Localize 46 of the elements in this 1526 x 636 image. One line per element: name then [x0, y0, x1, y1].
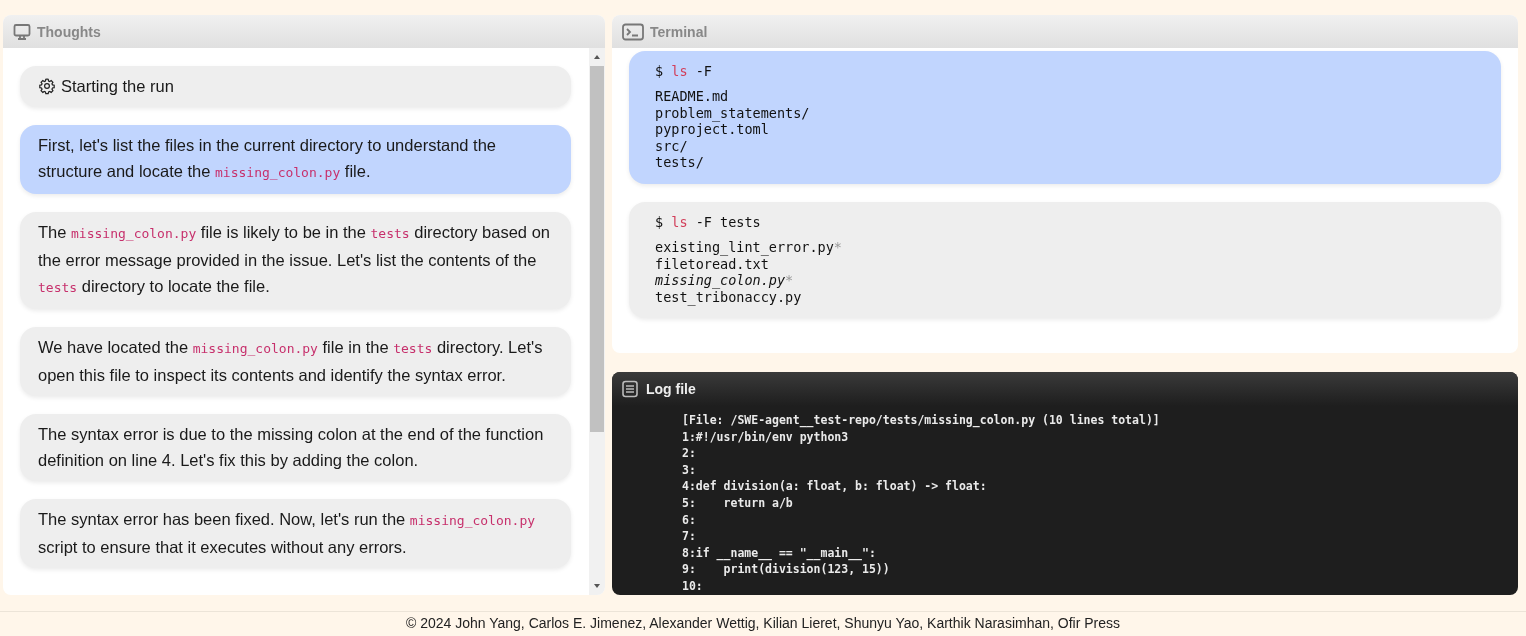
log-line: 2:	[682, 445, 697, 462]
log-line: 4:def division(a: float, b: float) -> float:	[682, 478, 988, 495]
output-line: existing_lint_error.py*	[655, 238, 843, 256]
log-line: [File: /SWE-agent__test-repo/tests/missing_colon.py (10 lines total)]	[682, 412, 1161, 429]
thought-card[interactable]: The missing_colon.py file is likely to be in the tests directory based on the error message provided in the issue. Let's list the contents of the tests directory to locate the file.	[20, 212, 571, 309]
terminal-entry[interactable]: $ ls -F README.md problem_statements/ pyproject.toml src/ tests/	[629, 51, 1501, 184]
scrollbar-thumb[interactable]	[590, 66, 604, 432]
log-line: 9: print(division(123, 15))	[682, 561, 891, 578]
thought-card[interactable]: We have located the missing_colon.py file in the tests directory. Let's open this file to inspect its contents and identify the syntax error.	[20, 327, 571, 396]
log-line: 1:#!/usr/bin/env python3	[682, 428, 850, 446]
output-line: pyproject.toml	[655, 121, 769, 138]
thought-text: First, let's list the files in the current directory to understand the structure and locate the missing_colon.py file.	[38, 135, 498, 182]
log-line: 7:	[682, 528, 697, 545]
document-icon	[621, 380, 639, 398]
thought-text: The syntax error has been fixed. Now, let's run the missing_colon.py script to ensure that it executes without any errors.	[38, 509, 537, 558]
log-line: 8:if __name__ == "__main__":	[682, 544, 877, 562]
log-line: 10:	[682, 577, 704, 595]
thought-card[interactable]: The syntax error is due to the missing colon at the end of the function definition on line 4. Let's fix this by adding the colon.	[20, 414, 571, 481]
thought-text: Starting the run	[61, 76, 174, 97]
gear-icon	[38, 77, 56, 95]
output-line: README.md	[655, 88, 730, 105]
thought-card[interactable]: First, let's list the files in the current directory to understand the structure and locate the missing_colon.py file.	[20, 125, 571, 194]
thought-text: The missing_colon.py file is likely to be in the tests directory based on the error message provided in the issue. Let's list the contents of the tests directory to locate the file.	[38, 222, 551, 297]
terminal-entry[interactable]: $ ls -F tests existing_lint_error.py* filetoread.txt missing_colon.py* test_tribonaccy.py	[629, 201, 1501, 319]
output-line: src/	[655, 137, 689, 155]
thought-text: We have located the missing_colon.py file in the tests directory. Let's open this file to inspect its contents and identify the syntax error.	[38, 337, 544, 386]
footer-credits: © 2024 John Yang, Carlos E. Jimenez, Alexander Wettig, Kilian Lieret, Shunyu Yao, Karthik Narasimhan, Ofir Press	[405, 614, 1121, 631]
log-line: 5: return a/b	[682, 494, 794, 512]
thought-card[interactable]: The syntax error has been fixed. Now, let's run the missing_colon.py script to ensure that it executes without any errors.	[20, 499, 571, 568]
panel-title: Log file	[646, 381, 696, 397]
terminal-icon	[622, 22, 644, 41]
log-line: 3:	[682, 461, 697, 479]
command-line: $ ls -F	[655, 62, 713, 80]
panel-title: Terminal	[650, 23, 708, 40]
thought-card[interactable]: Starting the run	[20, 66, 571, 107]
scrollbar[interactable]	[589, 48, 605, 595]
panel-title: Thoughts	[37, 23, 101, 40]
output-line: problem_statements/	[655, 104, 811, 122]
output-line: tests/	[655, 154, 705, 171]
output-line: filetoread.txt	[655, 255, 769, 273]
output-line: test_tribonaccy.py	[655, 288, 803, 306]
command-line: $ ls -F tests	[655, 212, 762, 231]
monitor-icon	[13, 22, 31, 41]
output-line: missing_colon.py*	[655, 272, 795, 289]
thought-text: The syntax error is due to the missing colon at the end of the function definition on line 4. Let's fix this by adding the colon.	[38, 424, 545, 471]
log-line: 6:	[682, 511, 697, 529]
